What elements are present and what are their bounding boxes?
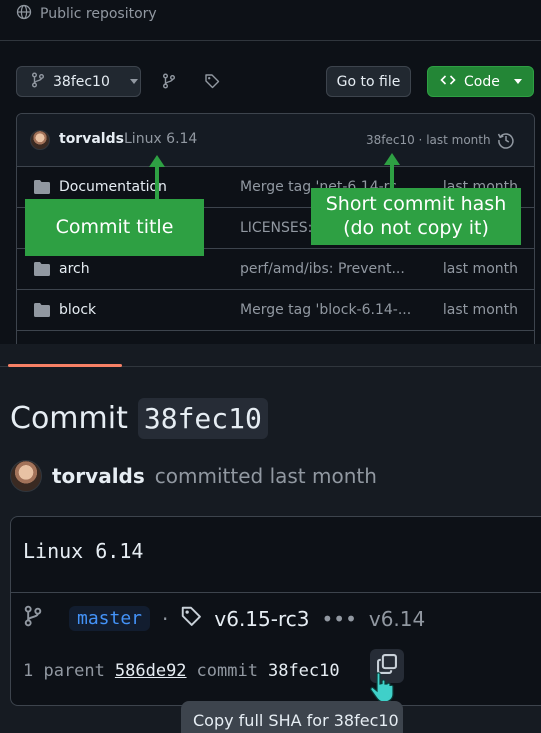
separator-dot: ·	[162, 606, 169, 631]
commit-parent-line: 1 parent 586de92 commit 38fec10	[23, 661, 340, 681]
commit-word: commit	[196, 661, 258, 681]
code-label: Code	[464, 73, 500, 90]
history-icon[interactable]	[497, 131, 515, 153]
parent-sha-link[interactable]: 586de92	[115, 661, 187, 681]
commit-sha: 38fec10	[267, 661, 340, 681]
callout-commit-title-text: Commit title	[55, 215, 174, 238]
table-row[interactable]: block Merge tag 'block-6.14-... last mon…	[17, 290, 534, 331]
arrow-up-icon	[384, 153, 400, 165]
code-button[interactable]: Code	[427, 66, 534, 97]
arrow-shaft	[155, 166, 159, 200]
file-commit-message[interactable]: Merge tag 'block-6.14-...	[240, 302, 410, 318]
commit-meta[interactable]: 38fec10 · last month	[366, 133, 491, 147]
repo-code-view: Public repository 38fec10 Go to file Cod…	[0, 0, 541, 353]
callout-short-hash: Short commit hash (do not copy it)	[311, 188, 521, 245]
file-name[interactable]: block	[59, 302, 96, 318]
folder-icon	[34, 303, 50, 317]
commit-author[interactable]: torvalds	[59, 131, 124, 147]
branch-selector-button[interactable]: 38fec10	[16, 66, 141, 97]
folder-icon	[34, 262, 50, 276]
arrow-shaft	[390, 164, 394, 189]
code-icon	[440, 72, 456, 92]
file-date: last month	[442, 302, 518, 318]
branches-icon[interactable]	[162, 73, 176, 89]
committed-text: committed last month	[154, 464, 377, 488]
file-name[interactable]: arch	[59, 261, 90, 277]
arrow-up-icon	[149, 155, 165, 167]
commit-author[interactable]: torvalds	[52, 464, 145, 488]
callout-commit-title: Commit title	[25, 199, 204, 256]
page-title-sha: 38fec10	[137, 398, 268, 439]
commit-byline: torvalds committed last month	[10, 460, 377, 492]
commit-refs: master · v6.15-rc3 ••• v6.14	[23, 605, 425, 632]
avatar[interactable]	[30, 130, 50, 150]
page-title: Commit 38fec10	[10, 398, 268, 439]
avatar[interactable]	[10, 460, 42, 492]
commit-message: Linux 6.14	[23, 539, 144, 563]
commit-detail-view: Commit 38fec10 torvalds committed last m…	[0, 344, 541, 733]
tooltip-text: Copy full SHA for 38fec10	[193, 711, 399, 730]
callout-short-hash-text: Short commit hash (do not copy it)	[325, 192, 507, 239]
git-branch-icon	[23, 605, 43, 632]
tag-icon	[180, 605, 202, 632]
folder-icon	[34, 180, 50, 194]
visibility-label: Public repository	[40, 6, 157, 22]
divider	[0, 40, 541, 41]
go-to-file-button[interactable]: Go to file	[326, 66, 411, 97]
file-name[interactable]: Documentation	[59, 179, 167, 195]
go-to-file-label: Go to file	[336, 73, 401, 90]
file-date: last month	[442, 261, 518, 277]
commit-box: Linux 6.14 master · v6.15-rc3 ••• v6.14 …	[10, 516, 541, 706]
parent-prefix: 1 parent	[23, 661, 105, 681]
commit-title[interactable]: Linux 6.14	[124, 131, 197, 147]
tag-icon[interactable]	[204, 73, 220, 89]
chevron-down-icon	[513, 79, 522, 84]
tag-link[interactable]: v6.15-rc3	[214, 607, 309, 631]
active-tab-underline	[8, 364, 122, 367]
page-title-prefix: Commit	[10, 401, 128, 436]
git-branch-icon	[31, 72, 45, 92]
globe-icon	[16, 4, 32, 24]
file-commit-message[interactable]: perf/amd/ibs: Prevent...	[240, 261, 410, 277]
branch-label: 38fec10	[53, 73, 110, 90]
tag-link-secondary[interactable]: v6.14	[369, 607, 425, 631]
divider	[11, 592, 541, 593]
latest-commit-bar: torvalds Linux 6.14 38fec10 · last month	[17, 114, 534, 167]
more-tags-ellipsis[interactable]: •••	[321, 607, 356, 631]
repo-visibility: Public repository	[16, 4, 157, 24]
branch-badge[interactable]: master	[69, 606, 151, 631]
tooltip: Copy full SHA for 38fec10	[181, 701, 403, 733]
chevron-down-icon	[129, 79, 138, 84]
